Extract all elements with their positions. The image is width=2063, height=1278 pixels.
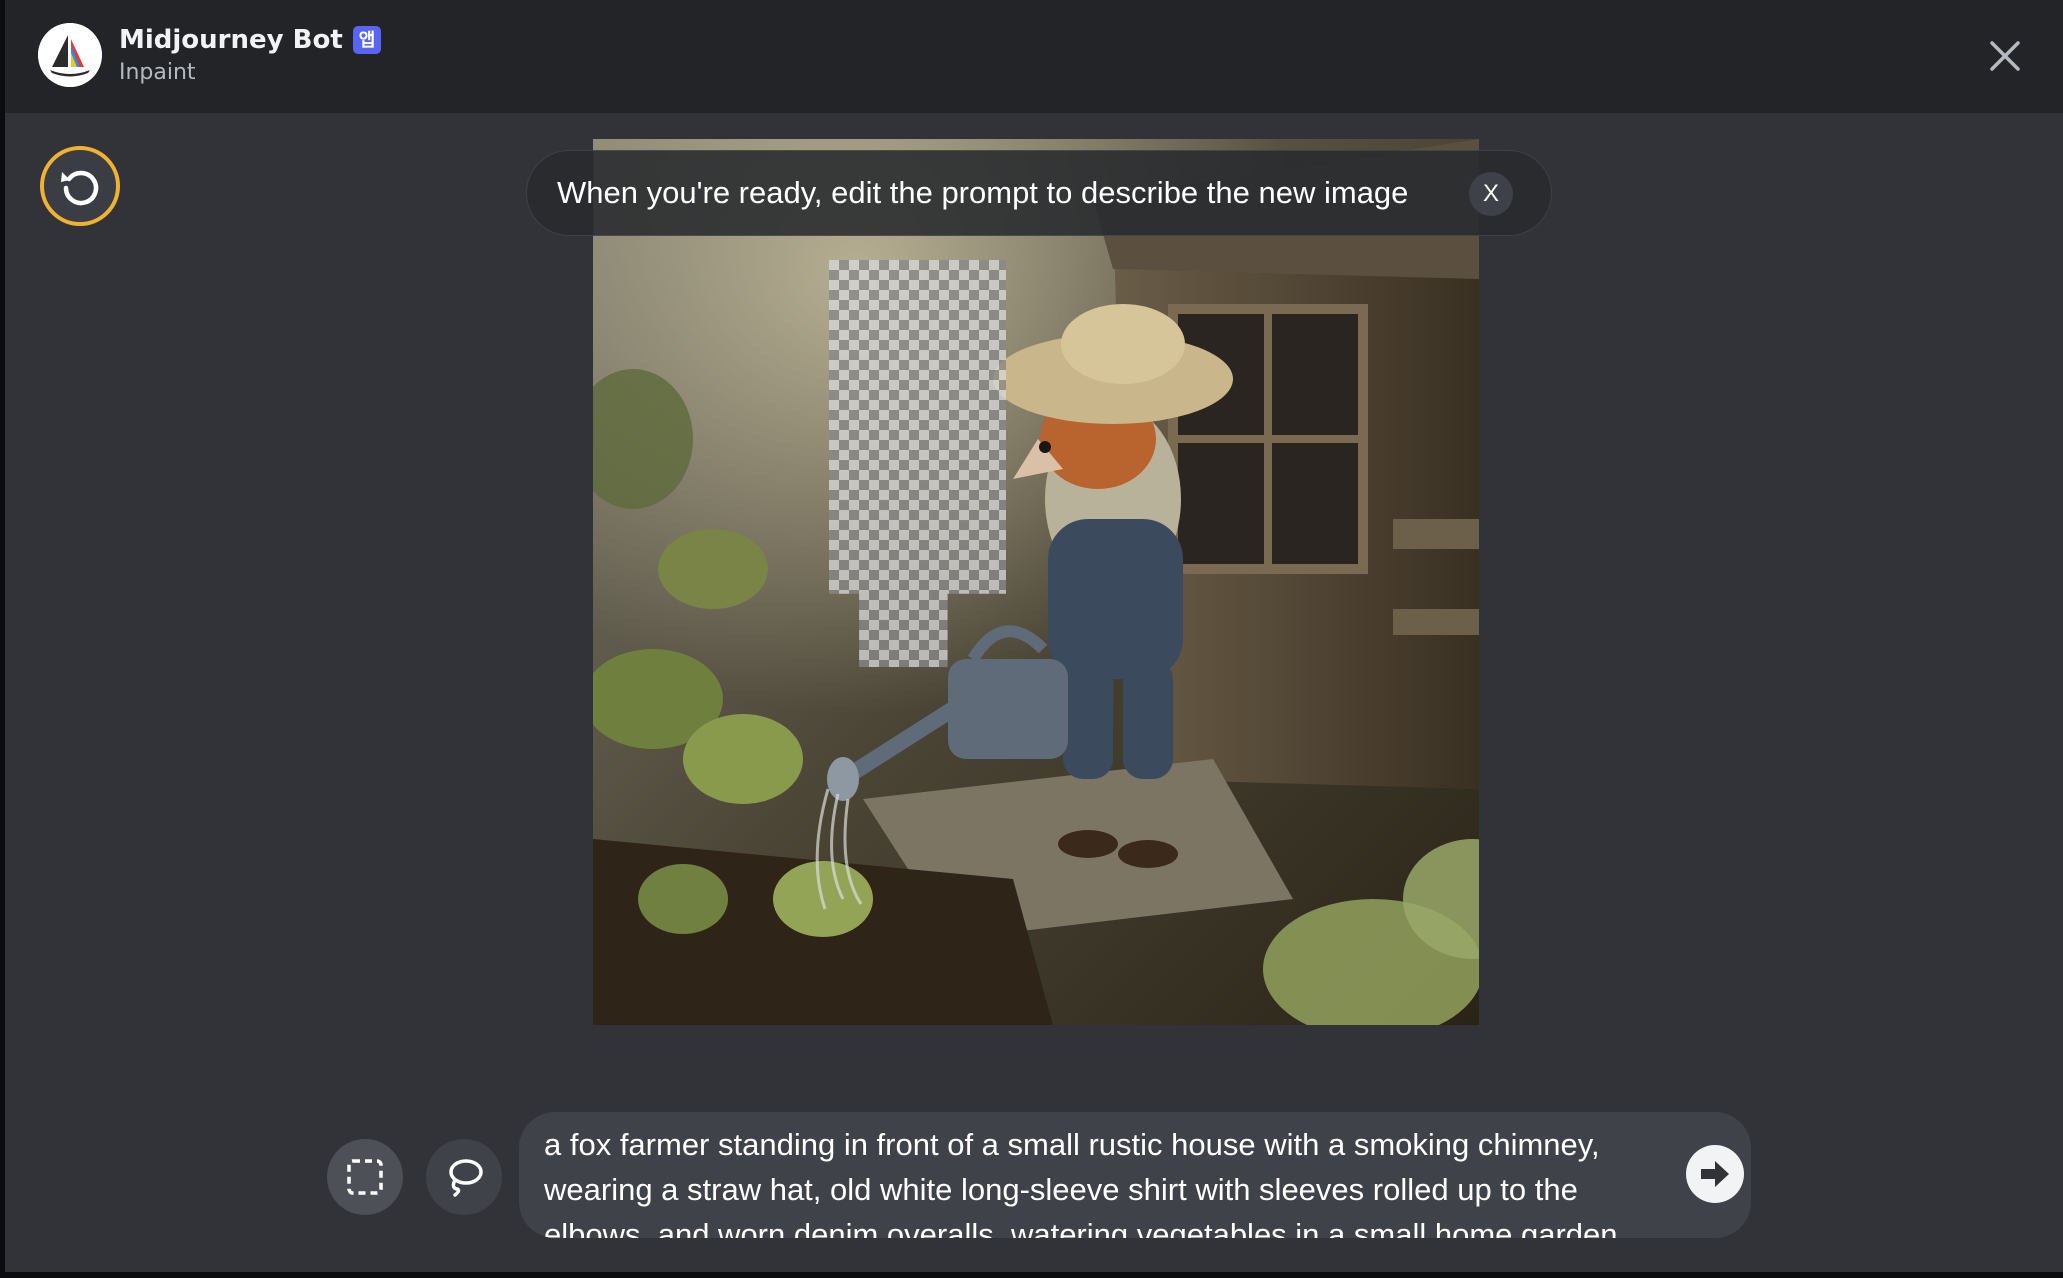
rectangle-select-button[interactable] (327, 1139, 403, 1215)
close-modal-button[interactable] (1983, 34, 2027, 78)
inpaint-modal: Midjourney Bot 앱 Inpaint When you're rea… (5, 0, 2063, 1272)
prompt-text[interactable]: a fox farmer standing in front of a smal… (544, 1122, 1674, 1238)
bot-avatar (38, 23, 102, 87)
lasso-select-icon (449, 1159, 483, 1197)
modal-header: Midjourney Bot 앱 Inpaint (5, 0, 2063, 113)
toast-message: When you're ready, edit the prompt to de… (557, 175, 1409, 210)
submit-button[interactable] (1686, 1145, 1744, 1203)
prompt-input[interactable]: a fox farmer standing in front of a smal… (519, 1112, 1751, 1238)
dismiss-toast-button[interactable]: X (1469, 172, 1513, 216)
fox-farmer-image (593, 139, 1479, 1025)
modal-subtitle: Inpaint (119, 60, 196, 85)
undo-icon (61, 170, 99, 206)
lasso-select-button[interactable] (426, 1139, 502, 1215)
app-badge: 앱 (352, 26, 382, 54)
close-icon (1990, 41, 2020, 71)
arrow-right-icon (1701, 1161, 1729, 1187)
rectangle-select-icon (347, 1159, 383, 1195)
instruction-toast: When you're ready, edit the prompt to de… (526, 150, 1552, 236)
sailboat-logo-icon (38, 23, 102, 87)
modal-title: Midjourney Bot 앱 (119, 22, 382, 58)
reset-button[interactable] (40, 146, 120, 226)
bot-name: Midjourney Bot (119, 25, 343, 55)
inpaint-image[interactable] (593, 139, 1479, 1025)
